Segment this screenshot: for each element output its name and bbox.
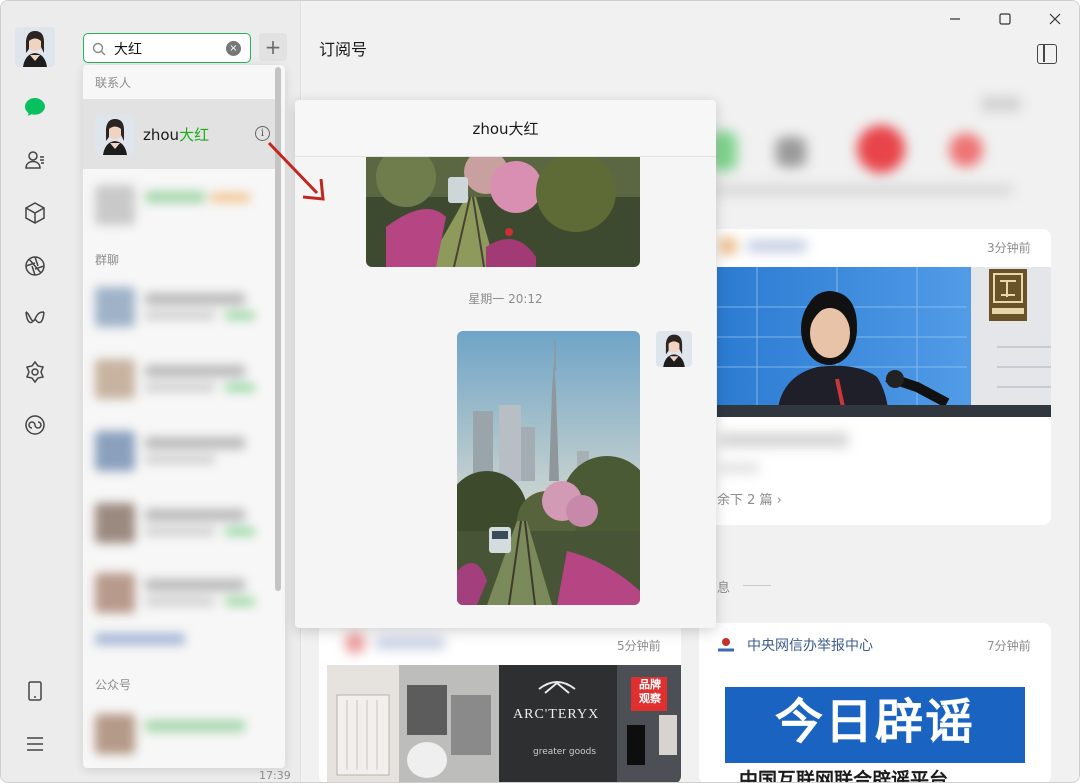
- feed-card-right[interactable]: 中央网信办举报中心 7分钟前 今日辟谣 中国互联网联合辟谣平台: [699, 623, 1051, 783]
- brand-text: ARC'TERYX: [513, 707, 600, 722]
- list-item-time: 17:39: [259, 769, 291, 782]
- contact-result-row[interactable]: zhou大红 i: [83, 99, 277, 169]
- remaining-articles-link[interactable]: 余下 2 篇 ›: [717, 489, 782, 508]
- popup-header: zhou大红: [295, 100, 716, 157]
- left-nav: [1, 1, 69, 782]
- search-icon: [92, 41, 106, 60]
- chat-image-2[interactable]: [457, 331, 640, 605]
- feed-card-left-image: ARC'TERYX greater goods 品牌 观察: [327, 665, 681, 782]
- blurred-article-meta: [719, 463, 759, 473]
- chat-image-1[interactable]: [366, 157, 640, 267]
- search-results-dropdown: 联系人 zhou大红 i 群聊 公众号: [83, 65, 285, 768]
- favorites-icon[interactable]: [21, 199, 49, 227]
- section-divider: [743, 585, 771, 586]
- article-card[interactable]: 3分钟前 余下 2 篇 ›: [711, 229, 1051, 525]
- banner-text: 今日辟谣: [774, 694, 975, 750]
- contact-name-highlight: 大红: [179, 126, 210, 144]
- menu-icon[interactable]: [21, 730, 49, 758]
- badge: 品牌 观察: [633, 678, 667, 706]
- blurred-publisher: [719, 237, 809, 255]
- channels-icon[interactable]: [21, 305, 49, 333]
- blurred-contact-row[interactable]: [95, 181, 265, 229]
- blurred-article-title: [719, 433, 849, 447]
- mini-programs-icon[interactable]: [21, 358, 49, 386]
- annotation-arrow-icon: [263, 137, 333, 211]
- maximize-icon[interactable]: [995, 9, 1015, 29]
- chat-preview-popup: zhou大红 星期一 20:12: [295, 100, 716, 628]
- sender-avatar: [656, 331, 692, 367]
- minimize-icon[interactable]: [945, 9, 965, 29]
- search-input[interactable]: 大红 ×: [83, 33, 251, 63]
- rumor-banner: 今日辟谣: [725, 687, 1025, 763]
- chat-icon[interactable]: [21, 93, 49, 121]
- moments-icon[interactable]: [21, 252, 49, 280]
- popup-title: zhou大红: [472, 120, 539, 138]
- badge-line1: 品牌: [639, 678, 661, 691]
- feed-card-left[interactable]: 5分钟前 ARC'TERYX greater goods 品牌 观察: [319, 623, 681, 782]
- feed-card-right-publisher[interactable]: 中央网信办举报中心: [747, 635, 873, 655]
- section-title-contacts: 联系人: [95, 76, 132, 90]
- blurred-group-row[interactable]: [95, 355, 265, 403]
- add-button[interactable]: +: [259, 33, 287, 61]
- blurred-group-row[interactable]: [95, 283, 265, 331]
- search-query-text: 大红: [114, 42, 142, 58]
- blurred-more-link[interactable]: [95, 627, 265, 651]
- contact-name-prefix: zhou: [143, 126, 180, 144]
- article-cover-image: [717, 267, 1051, 417]
- section-label: 息: [717, 581, 731, 596]
- article-time: 3分钟前: [987, 241, 1031, 255]
- contacts-icon[interactable]: [21, 146, 49, 174]
- search-discover-icon[interactable]: [21, 411, 49, 439]
- blurred-group-row[interactable]: [95, 569, 265, 617]
- brand-subtext: greater goods: [533, 747, 597, 757]
- feed-card-right-time: 7分钟前: [987, 639, 1031, 653]
- chat-timestamp: 星期一 20:12: [468, 292, 543, 306]
- user-avatar[interactable]: [15, 27, 55, 67]
- clear-search-icon[interactable]: ×: [226, 41, 241, 56]
- badge-line2: 观察: [639, 692, 661, 705]
- blurred-group-row[interactable]: [95, 427, 265, 475]
- contact-avatar: [95, 115, 135, 155]
- section-title-groups: 群聊: [95, 253, 120, 267]
- section-title-official-accounts: 公众号: [95, 678, 132, 692]
- wechat-window: 大红 × + 联系人 zhou大红 i 群聊 公众号 17:39 订阅号 3分钟…: [0, 0, 1080, 783]
- phone-icon[interactable]: [21, 677, 49, 705]
- blurred-group-row[interactable]: [95, 499, 265, 547]
- contact-name: zhou大红: [143, 124, 209, 145]
- page-title: 订阅号: [319, 40, 368, 59]
- sidebar-toggle-icon[interactable]: [1037, 44, 1057, 64]
- blurred-publisher: [345, 633, 445, 653]
- banner-subtext: 中国互联网联合辟谣平台: [739, 769, 949, 783]
- feed-card-left-time: 5分钟前: [617, 639, 661, 653]
- close-icon[interactable]: [1045, 9, 1065, 29]
- blurred-official-row[interactable]: [95, 710, 265, 758]
- cac-logo-icon: [715, 633, 737, 659]
